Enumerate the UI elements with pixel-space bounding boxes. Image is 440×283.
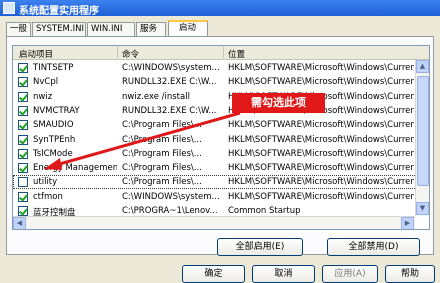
window-title: 系统配置实用程序 (19, 6, 99, 17)
enable-all-button[interactable]: 全部启用(E) (217, 238, 303, 256)
cell-startup-item: ctfmon (33, 191, 63, 202)
table-row[interactable]: nwiznwiz.exe /installHKLM\SOFTWARE\Micro… (13, 90, 429, 104)
table-row[interactable]: NvCpl RUNDLL32.EXE C:\W... HKLM\SOFTWARE\M… (13, 75, 429, 89)
cell-location: HKLM\SOFTWARE\Microsoft\Windows\Current.… (228, 63, 414, 73)
cell-startup-item: SMAUDIO (33, 120, 74, 131)
cell-command: C:\WINDOWS\system... (122, 63, 220, 73)
cell-startup-item: TINTSETP (33, 63, 74, 73)
cell-startup-item: SynTPEnh (33, 134, 76, 145)
scroll-up-arrow-icon[interactable]: ▲ (416, 60, 429, 73)
cell-location: HKLM\SOFTWARE\Microsoft\Windows\Current.… (228, 134, 414, 145)
cell-startup-item: NvCpl (33, 77, 59, 88)
annotation-callout: 需勾选此项 (232, 93, 325, 113)
cell-location: Common Startup (228, 206, 301, 216)
cell-location: HKLM\SOFTWARE\Microsoft\Windows\Current.… (228, 177, 414, 188)
row-checkbox[interactable] (18, 77, 28, 88)
cell-command: RUNDLL32.EXE C:\W... (122, 77, 217, 88)
table-row[interactable]: TINTSETP C:\WINDOWS\system... HKLM\SOFTWAR… (13, 61, 429, 75)
table-row[interactable]: SMAUDIO C:\Program Files\... HKLM\SOFTWARE… (13, 118, 429, 132)
table-row[interactable]: utility C:\Program Files\... HKLM\SOFTWARE… (13, 175, 429, 190)
cell-command: C:\Program Files\... (122, 148, 202, 159)
row-checkbox[interactable] (18, 163, 28, 174)
row-checkbox[interactable] (18, 191, 28, 202)
column-startup-item[interactable]: 启动项目 (19, 48, 53, 60)
cell-startup-item: TslCMode (33, 148, 73, 159)
tab-startup[interactable]: 启动 (168, 20, 208, 37)
cell-location: HKLM\SOFTWARE\Microsoft\Windows\Current.… (228, 163, 414, 174)
cell-command: C:\PROGRA~1\Lenov... (122, 206, 218, 216)
row-checkbox[interactable] (18, 134, 28, 145)
tab-general[interactable]: 一般 (6, 22, 31, 36)
row-checkbox[interactable] (18, 91, 28, 102)
row-checkbox[interactable] (18, 206, 28, 216)
column-location[interactable]: 位置 (228, 48, 245, 60)
column-command[interactable]: 命令 (122, 48, 139, 60)
table-row[interactable]: SynTPEnh C:\Program Files\... HKLM\SOFTWAR… (13, 133, 429, 147)
row-checkbox[interactable] (18, 63, 28, 73)
cell-startup-item: NVMCTRAY (33, 105, 80, 116)
title-bar: 系统配置实用程序 (0, 0, 440, 17)
cell-command: C:\Program Files\... (122, 177, 202, 188)
startup-list: 启动项目 命令 位置 TINTSETP C:\WINDOWS\system... H… (12, 45, 430, 230)
cell-command: C:\WINDOWS\system... (122, 191, 220, 202)
row-checkbox[interactable] (18, 148, 28, 159)
help-button[interactable]: 帮助 (385, 265, 435, 283)
cell-location: HKLM\SOFTWARE\Microsoft\Windows\Current.… (228, 191, 414, 202)
table-row[interactable]: Energy Management C:\Program Files\... HKL… (13, 161, 429, 175)
cell-location: HKLM\SOFTWARE\Microsoft\Windows\Current.… (228, 148, 414, 159)
tab-system-ini[interactable]: SYSTEM.INI (32, 22, 86, 36)
table-row[interactable]: NVMCTRAYRUNDLL32.EXE C:\W...HKLM\SOFTWAR… (13, 104, 429, 118)
scroll-right-arrow-icon[interactable]: ▶ (401, 217, 414, 229)
disable-all-button[interactable]: 全部禁用(D) (327, 238, 420, 256)
cancel-button[interactable]: 取消 (252, 265, 315, 283)
cell-command: RUNDLL32.EXE C:\W... (122, 105, 217, 116)
cell-startup-item: utility (33, 177, 58, 188)
horizontal-scrollbar[interactable]: ◀ ▶ (13, 216, 415, 229)
table-row[interactable]: ctfmon C:\WINDOWS\system... HKLM\SOFTWARE\… (13, 190, 429, 204)
ok-button[interactable]: 确定 (182, 265, 245, 283)
cell-startup-item: nwiz (33, 91, 53, 102)
row-checkbox[interactable] (18, 177, 28, 188)
cell-location: HKLM\SOFTWARE\Microsoft\Windows\Current.… (228, 120, 414, 131)
scroll-left-arrow-icon[interactable]: ◀ (13, 217, 26, 229)
table-row[interactable]: TslCMode C:\Program Files\... HKLM\SOFTWAR… (13, 147, 429, 161)
cell-command: C:\Program Files\... (122, 120, 202, 131)
vertical-scroll-thumb[interactable] (417, 76, 429, 186)
cell-startup-item: Energy Management (33, 163, 117, 174)
cell-command: C:\Program Files\... (122, 134, 202, 145)
cell-command: nwiz.exe /install (122, 91, 190, 102)
cell-command: C:\Program Files\... (122, 163, 202, 174)
column-header: 启动项目 命令 位置 (13, 46, 429, 60)
apply-button[interactable]: 应用(A) (322, 265, 378, 283)
cell-location: HKLM\SOFTWARE\Microsoft\Windows\Current.… (228, 77, 414, 88)
row-checkbox[interactable] (18, 105, 28, 116)
app-icon (3, 2, 15, 14)
tab-win-ini[interactable]: WIN.INI (87, 22, 135, 36)
row-checkbox[interactable] (18, 120, 28, 131)
tab-services[interactable]: 服务 (136, 22, 166, 36)
scroll-down-arrow-icon[interactable]: ▼ (416, 202, 429, 215)
vertical-scrollbar[interactable]: ▲ ▼ (415, 60, 429, 216)
